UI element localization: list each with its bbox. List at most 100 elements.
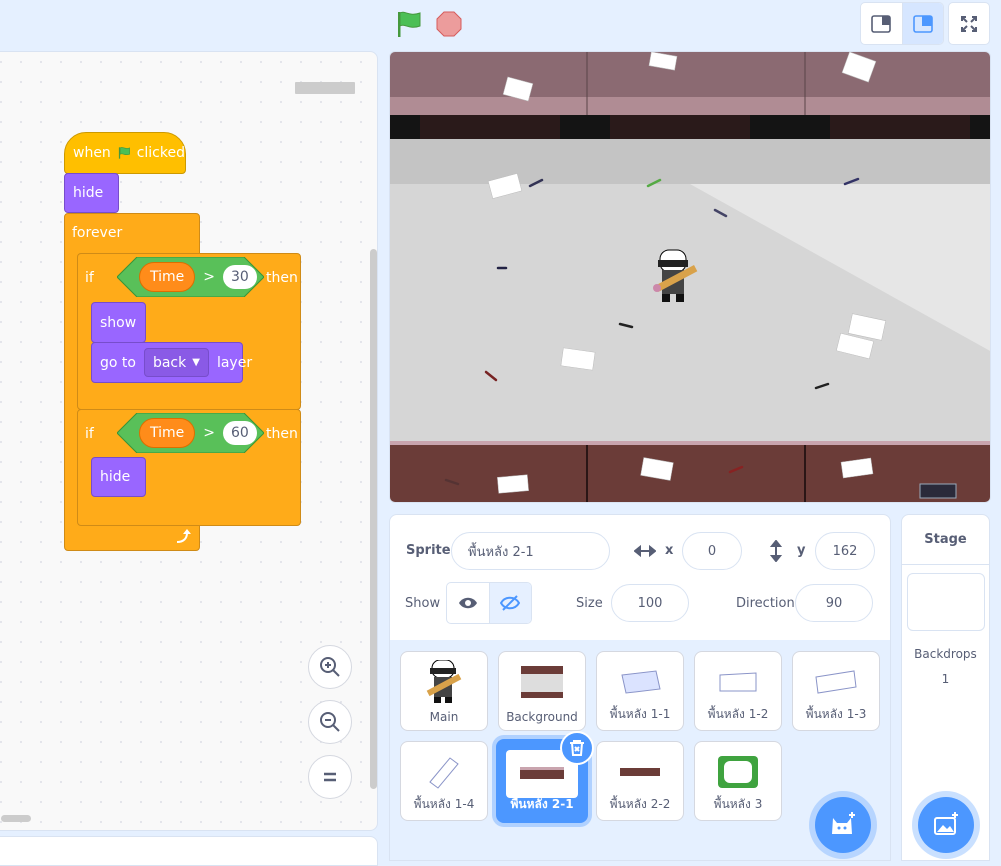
- sprite-tile-bg-1-2[interactable]: พื้นหลัง 1-2: [694, 651, 782, 731]
- character-thumbnail-icon: [426, 660, 462, 703]
- backdrops-count: 1: [941, 672, 950, 686]
- green-flag-icon: [398, 11, 421, 37]
- sprite-thumbnail: [419, 660, 469, 704]
- wall-strip-thumbnail-icon: [620, 768, 660, 776]
- zoom-in-button[interactable]: [308, 645, 352, 689]
- sprite-tile-bg-3[interactable]: พื้นหลัง 3: [694, 741, 782, 821]
- show-block[interactable]: show: [91, 302, 146, 343]
- paper-thumbnail-icon: [815, 670, 857, 694]
- sprite-tile-label: Background: [506, 710, 578, 724]
- green-flag-button[interactable]: [394, 9, 424, 39]
- paper-thumbnail-icon: [621, 670, 661, 694]
- add-backdrop-button[interactable]: [918, 797, 974, 853]
- forever-label: forever: [64, 213, 122, 253]
- direction-value: 90: [825, 595, 843, 611]
- size-value: 100: [637, 595, 663, 611]
- block-text: forever: [72, 225, 123, 241]
- sprite-thumbnail: [419, 750, 469, 794]
- block-text: Time: [150, 425, 185, 441]
- frame-thumbnail-icon: [718, 756, 758, 788]
- sprite-thumbnail: [713, 660, 763, 704]
- hide-block[interactable]: hide: [64, 173, 119, 213]
- stage-thumbnail[interactable]: [907, 573, 985, 631]
- zoom-reset-button[interactable]: [308, 755, 352, 799]
- block-text: if: [85, 270, 94, 286]
- stage-canvas[interactable]: [389, 51, 991, 503]
- stop-button[interactable]: [435, 10, 463, 38]
- backpack-bar[interactable]: [0, 836, 378, 866]
- stage-size-toggle: [860, 2, 944, 45]
- code-workspace[interactable]: when clicked hide forever if Time > 30 t…: [0, 51, 378, 831]
- block-text: hide: [100, 469, 131, 485]
- block-text: 30: [231, 269, 249, 285]
- sprite-tile-label: Main: [429, 710, 459, 724]
- eye-icon: [458, 597, 477, 609]
- hide-sprite-button[interactable]: [488, 583, 531, 623]
- y-position-field[interactable]: 162: [815, 532, 875, 570]
- block-text: 60: [231, 425, 249, 441]
- size-field[interactable]: 100: [611, 584, 689, 622]
- backdrops-label: Backdrops: [914, 647, 977, 661]
- chevron-down-icon: ▼: [192, 357, 200, 368]
- number-input[interactable]: 30: [223, 265, 257, 289]
- fullscreen-button[interactable]: [948, 2, 990, 45]
- workspace-minimap: [295, 82, 355, 94]
- layer-dropdown[interactable]: back ▼: [143, 348, 209, 377]
- direction-field[interactable]: 90: [795, 584, 873, 622]
- vertical-scrollbar[interactable]: [370, 249, 377, 789]
- when-flag-clicked-block[interactable]: when clicked: [64, 132, 186, 174]
- sprite-tile-bg-2-2[interactable]: พื้นหลัง 2-2: [596, 741, 684, 821]
- horizontal-scrollbar[interactable]: [1, 815, 31, 822]
- x-label: x: [665, 543, 674, 558]
- trash-icon: [570, 740, 584, 756]
- sprite-tile-main[interactable]: Main: [400, 651, 488, 731]
- x-position-field[interactable]: 0: [682, 532, 742, 570]
- add-sprite-button[interactable]: [815, 797, 871, 853]
- block-text: clicked: [136, 145, 185, 161]
- sprite-tile-label: พื้นหลัง 1-4: [413, 797, 475, 811]
- block-text: show: [100, 314, 137, 331]
- fullscreen-icon: [961, 15, 977, 32]
- hide-block[interactable]: hide: [91, 457, 146, 497]
- normal-stage-icon: [912, 14, 933, 33]
- sprite-tile-bg-1-1[interactable]: พื้นหลัง 1-1: [596, 651, 684, 731]
- go-to-layer-block[interactable]: go to back ▼ layer: [91, 342, 252, 383]
- sprite-name-field[interactable]: พื้นหลัง 2-1: [451, 532, 610, 570]
- equals-icon: [324, 772, 336, 782]
- normal-stage-button[interactable]: [901, 3, 943, 44]
- sprite-thumbnail: [811, 660, 861, 704]
- sprite-tile-label: พื้นหลัง 2-2: [609, 797, 671, 811]
- operator-contents-2: Time > 60: [139, 413, 257, 453]
- y-value: 162: [832, 543, 858, 559]
- time-variable[interactable]: Time: [139, 418, 196, 448]
- block-text: when: [73, 145, 111, 161]
- sprite-tile-background[interactable]: Background: [498, 651, 586, 731]
- show-sprite-button[interactable]: [447, 583, 489, 623]
- time-variable[interactable]: Time: [139, 262, 196, 292]
- number-input[interactable]: 60: [223, 421, 257, 445]
- if-label-2: if: [77, 414, 94, 454]
- zoom-out-button[interactable]: [308, 700, 352, 744]
- operator-symbol: >: [203, 269, 215, 285]
- operator-symbol: >: [203, 425, 215, 441]
- sprite-tile-bg-1-3[interactable]: พื้นหลัง 1-3: [792, 651, 880, 731]
- eye-slash-icon: [500, 595, 521, 611]
- sprite-tile-bg-1-4[interactable]: พื้นหลัง 1-4: [400, 741, 488, 821]
- direction-label: Direction: [736, 596, 795, 611]
- visibility-toggle: [446, 582, 532, 624]
- block-text: back: [152, 354, 187, 371]
- if-label-1: if: [77, 258, 94, 298]
- y-label: y: [797, 543, 806, 558]
- green-flag-icon: [118, 147, 130, 159]
- sprite-label: Sprite: [406, 543, 451, 558]
- loop-arrow-icon: [176, 529, 191, 543]
- small-stage-icon: [871, 14, 892, 33]
- show-label: Show: [405, 596, 441, 611]
- delete-sprite-button[interactable]: [560, 731, 594, 765]
- sprite-tile-label: พื้นหลัง 1-2: [707, 707, 769, 721]
- stage-scene: [390, 52, 990, 502]
- small-stage-button[interactable]: [861, 3, 902, 44]
- block-text: then: [266, 270, 298, 286]
- block-text: Time: [150, 269, 185, 285]
- zoom-in-icon: [320, 657, 340, 677]
